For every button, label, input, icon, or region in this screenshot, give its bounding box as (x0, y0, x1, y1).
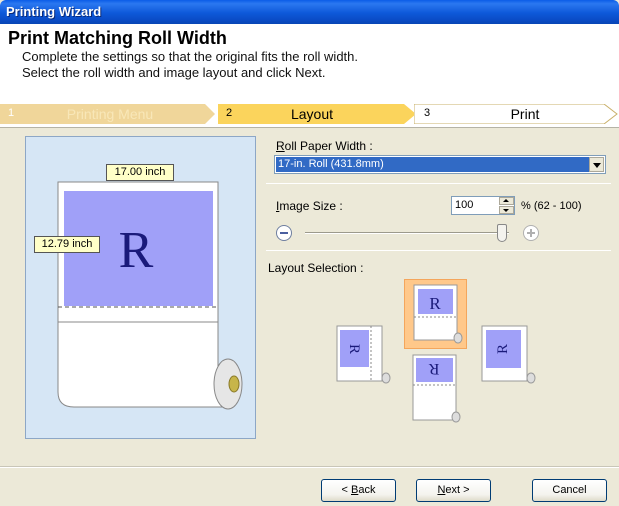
step-number: 2 (226, 107, 233, 119)
instruction-line-1: Complete the settings so that the origin… (22, 49, 359, 64)
step-print: 3 Print (414, 104, 618, 124)
layout-preview: R 17.00 inch 12.79 inch (25, 136, 256, 439)
roll-paper-width-select[interactable]: 17-in. Roll (431.8mm) (274, 155, 606, 174)
footer-divider (0, 466, 619, 468)
roll-paper-width-label: Roll Paper Width : (276, 139, 373, 153)
image-size-range: % (62 - 100) (521, 200, 582, 212)
step-label: Printing Menu (66, 106, 154, 122)
step-number: 1 (8, 107, 15, 119)
cancel-button[interactable]: Cancel (532, 479, 607, 502)
image-size-label: Image Size : (276, 199, 343, 213)
divider (266, 183, 611, 184)
layout-glyph: R (346, 344, 362, 354)
wizard-steps: 1 Printing Menu 2 Layout 3 Print (0, 104, 619, 124)
layout-option-right[interactable]: R (476, 320, 539, 390)
spin-up-button[interactable] (499, 197, 514, 205)
image-size-slider-track[interactable] (305, 232, 509, 234)
height-label: 12.79 inch (34, 236, 100, 253)
wizard-header: Print Matching Roll Width Complete the s… (0, 24, 619, 128)
roll-preview-drawing: R (57, 181, 243, 410)
step-layout: 2 Layout (218, 104, 416, 124)
page-title: Print Matching Roll Width (8, 28, 227, 48)
image-size-spinner[interactable]: 100 (451, 196, 515, 215)
step-printing-menu: 1 Printing Menu (0, 104, 215, 124)
step-label: Print (510, 106, 540, 122)
zoom-in-icon[interactable] (523, 225, 539, 241)
step-label: Layout (290, 106, 334, 122)
layout-glyph: R (428, 360, 439, 377)
layout-option-top[interactable]: R (404, 279, 467, 349)
layout-glyph: R (429, 294, 441, 313)
chevron-down-icon[interactable] (589, 157, 604, 172)
next-button[interactable]: Next > (416, 479, 491, 502)
width-label: 17.00 inch (106, 164, 174, 181)
image-size-slider-thumb[interactable] (497, 224, 507, 242)
divider (266, 250, 611, 251)
image-size-value: 100 (455, 199, 474, 211)
layout-selection-label: Layout Selection : (268, 261, 364, 275)
layout-option-bottom[interactable]: R (404, 351, 467, 427)
printing-wizard-window: Printing Wizard Print Matching Roll Widt… (0, 0, 619, 506)
instruction-line-2: Select the roll width and image layout a… (22, 65, 326, 80)
zoom-out-icon[interactable] (276, 225, 292, 241)
title-bar[interactable]: Printing Wizard (0, 0, 619, 24)
window-title: Printing Wizard (6, 4, 102, 19)
layout-glyph: R (495, 344, 511, 354)
preview-glyph: R (119, 222, 154, 279)
layout-option-left[interactable]: R (331, 320, 394, 390)
back-button[interactable]: < Back (321, 479, 396, 502)
spin-down-button[interactable] (499, 206, 514, 214)
step-number: 3 (424, 107, 431, 119)
roll-paper-width-value: 17-in. Roll (431.8mm) (276, 157, 590, 172)
